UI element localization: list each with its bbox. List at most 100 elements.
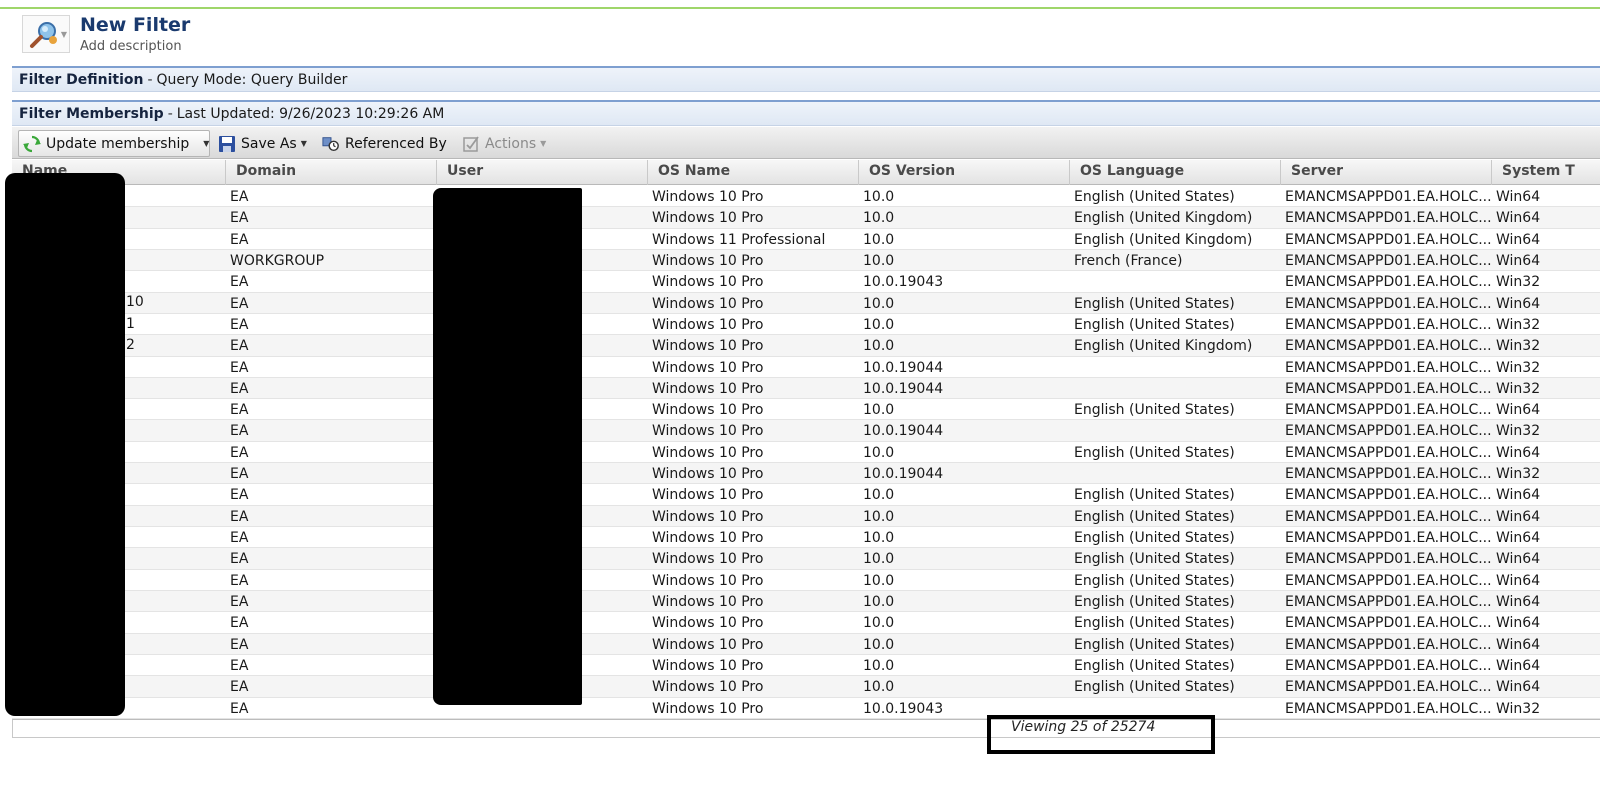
column-header-user[interactable]: User	[436, 160, 647, 185]
cell-server: EMANCMSAPPD01.EA.HOLC...	[1285, 572, 1491, 589]
save-as-button[interactable]: Save As ▼	[214, 130, 307, 157]
column-header-domain[interactable]: Domain	[225, 160, 436, 185]
cell-os-name: Windows 10 Pro	[652, 572, 764, 589]
description-field[interactable]: Add description	[80, 39, 182, 54]
cell-os-name: Windows 10 Pro	[652, 210, 764, 227]
cell-os-name: Windows 10 Pro	[652, 551, 764, 568]
column-header-os-version[interactable]: OS Version	[858, 160, 1069, 185]
filter-membership-bar[interactable]: Filter Membership - Last Updated: 9/26/202…	[12, 100, 1600, 126]
filter-icon-menu[interactable]: ▼	[22, 15, 70, 53]
cell-os-language: English (United States)	[1074, 593, 1235, 610]
cell-os-name: Windows 10 Pro	[652, 466, 764, 483]
cell-os-language: English (United States)	[1074, 487, 1235, 504]
cell-os-name: Windows 10 Pro	[652, 252, 764, 269]
filter-definition-label: Filter Definition	[19, 72, 144, 88]
cell-system-type: Win32	[1496, 700, 1541, 717]
cell-os-language: French (France)	[1074, 252, 1183, 269]
cell-system-type: Win32	[1496, 423, 1541, 440]
table-row[interactable]: EA Windows 10 Pro 10.0.19044 EMANCMSAPPD01.…	[12, 357, 1600, 378]
table-row[interactable]: EA Windows 10 Pro 10.0.19044 EMANCMSAPPD01.…	[12, 463, 1600, 485]
cell-os-version: 10.0.19044	[863, 359, 944, 376]
referenced-by-button[interactable]: Referenced By	[318, 130, 447, 157]
chevron-down-icon[interactable]: ▼	[203, 139, 209, 148]
cell-server: EMANCMSAPPD01.EA.HOLC...	[1285, 444, 1491, 461]
table-row[interactable]: EA Windows 10 Pro 10.0 English (United Stat…	[12, 505, 1600, 527]
table-row[interactable]: EA Windows 10 Pro 10.0 English (United Stat…	[12, 484, 1600, 506]
table-row[interactable]: EA Windows 10 Pro 10.0 English (United Stat…	[12, 570, 1600, 591]
cell-system-type: Win32	[1496, 338, 1541, 355]
cell-domain: WORKGROUP	[230, 252, 325, 269]
table-row[interactable]: EA Windows 10 Pro 10.0 English (United Stat…	[12, 612, 1600, 634]
cell-os-name: Windows 10 Pro	[652, 593, 764, 610]
column-header-system-type[interactable]: System T	[1491, 160, 1600, 185]
cell-domain: EA	[230, 508, 249, 525]
cell-server: EMANCMSAPPD01.EA.HOLC...	[1285, 338, 1491, 355]
cell-os-name: Windows 10 Pro	[652, 679, 764, 696]
cell-server: EMANCMSAPPD01.EA.HOLC...	[1285, 402, 1491, 419]
column-header-os-name[interactable]: OS Name	[647, 160, 858, 185]
table-row[interactable]: EA Windows 10 Pro 10.0.19044 EMANCMSAPPD01.…	[12, 420, 1600, 442]
table-row[interactable]: EA Windows 10 Pro 10.0 English (United Stat…	[12, 676, 1600, 698]
cell-os-language	[1069, 421, 1280, 441]
table-row[interactable]: EA Windows 10 Pro 10.0.19044 EMANCMSAPPD01.…	[12, 377, 1600, 400]
table-row[interactable]: EA Windows 11 Professional 10.0 English (Un…	[12, 229, 1600, 250]
cell-os-language: English (United States)	[1074, 508, 1235, 525]
table-row[interactable]: EA Windows 10 Pro 10.0 English (United Stat…	[12, 292, 1600, 314]
table-row[interactable]: EA Windows 10 Pro 10.0 English (United Stat…	[12, 527, 1600, 549]
cell-server: EMANCMSAPPD01.EA.HOLC...	[1285, 295, 1491, 312]
cell-domain: EA	[230, 380, 249, 397]
cell-domain: EA	[230, 466, 249, 483]
cell-os-version: 10.0	[863, 252, 895, 269]
cell-os-version: 10.0	[863, 636, 895, 653]
grid-header: Name Domain User OS Name OS Version OS L…	[12, 160, 1600, 185]
cell-os-name: Windows 10 Pro	[652, 338, 764, 355]
cell-os-language: English (United States)	[1074, 551, 1235, 568]
cell-server: EMANCMSAPPD01.EA.HOLC...	[1285, 423, 1491, 440]
cell-server: EMANCMSAPPD01.EA.HOLC...	[1285, 508, 1491, 525]
table-row[interactable]: EA Windows 10 Pro 10.0 English (United King…	[12, 335, 1600, 357]
cell-server: EMANCMSAPPD01.EA.HOLC...	[1285, 189, 1491, 205]
cell-os-name: Windows 10 Pro	[652, 615, 764, 632]
cell-system-type: Win64	[1496, 530, 1541, 546]
table-row[interactable]: WORKGROUP Windows 10 Pro 10.0 French (Franc…	[12, 249, 1600, 272]
cell-os-name: Windows 10 Pro	[652, 189, 764, 205]
cell-system-type: Win32	[1496, 466, 1541, 483]
cell-os-version: 10.0	[863, 572, 895, 589]
cell-os-name: Windows 10 Pro	[652, 423, 764, 440]
cell-os-version: 10.0	[863, 338, 895, 355]
name-fragment: 2	[126, 337, 135, 353]
table-row[interactable]: EA Windows 10 Pro 10.0 English (United Stat…	[12, 314, 1600, 336]
cell-os-language: English (United States)	[1074, 295, 1235, 312]
refresh-icon	[23, 135, 41, 153]
cell-server: EMANCMSAPPD01.EA.HOLC...	[1285, 274, 1491, 291]
actions-button[interactable]: Actions ▼	[458, 130, 546, 157]
table-row[interactable]: EA Windows 10 Pro 10.0 English (United Stat…	[12, 633, 1600, 655]
table-row[interactable]: EA Windows 10 Pro 10.0 English (United Stat…	[12, 186, 1600, 208]
cell-domain: EA	[230, 636, 249, 653]
cell-system-type: Win32	[1496, 359, 1541, 376]
chevron-down-icon: ▼	[60, 30, 67, 39]
magnifier-filter-icon	[30, 22, 57, 48]
table-row[interactable]: EA Windows 10 Pro 10.0 English (United Stat…	[12, 399, 1600, 421]
cell-os-language: English (United States)	[1074, 189, 1235, 205]
cell-system-type: Win64	[1496, 508, 1541, 525]
cell-server: EMANCMSAPPD01.EA.HOLC...	[1285, 700, 1491, 717]
table-row[interactable]: EA Windows 10 Pro 10.0 English (United Stat…	[12, 655, 1600, 677]
column-header-server[interactable]: Server	[1280, 160, 1491, 185]
update-membership-button[interactable]: Update membership ▼	[18, 130, 210, 157]
table-row[interactable]: EA Windows 10 Pro 10.0.19043 EMANCMSAPPD01.…	[12, 271, 1600, 293]
name-fragment: 10	[126, 294, 144, 310]
page-title[interactable]: New Filter	[80, 14, 190, 36]
cell-os-version: 10.0	[863, 530, 895, 546]
column-header-os-language[interactable]: OS Language	[1069, 160, 1280, 185]
table-row[interactable]: EA Windows 10 Pro 10.0 English (United Stat…	[12, 548, 1600, 570]
table-row[interactable]: EA Windows 10 Pro 10.0 English (United Stat…	[12, 590, 1600, 613]
filter-definition-bar[interactable]: Filter Definition - Query Mode: Query Buil…	[12, 66, 1600, 92]
table-row[interactable]: EA Windows 10 Pro 10.0 English (United Stat…	[12, 442, 1600, 464]
table-row[interactable]: EA Windows 10 Pro 10.0 English (United King…	[12, 207, 1600, 229]
cell-os-version: 10.0	[863, 402, 895, 419]
table-row[interactable]: EA Windows 10 Pro 10.0.19043 EMANCMSAPPD01.…	[12, 698, 1600, 719]
cell-domain: EA	[230, 423, 249, 440]
cell-domain: EA	[230, 274, 249, 291]
cell-os-version: 10.0	[863, 231, 895, 248]
